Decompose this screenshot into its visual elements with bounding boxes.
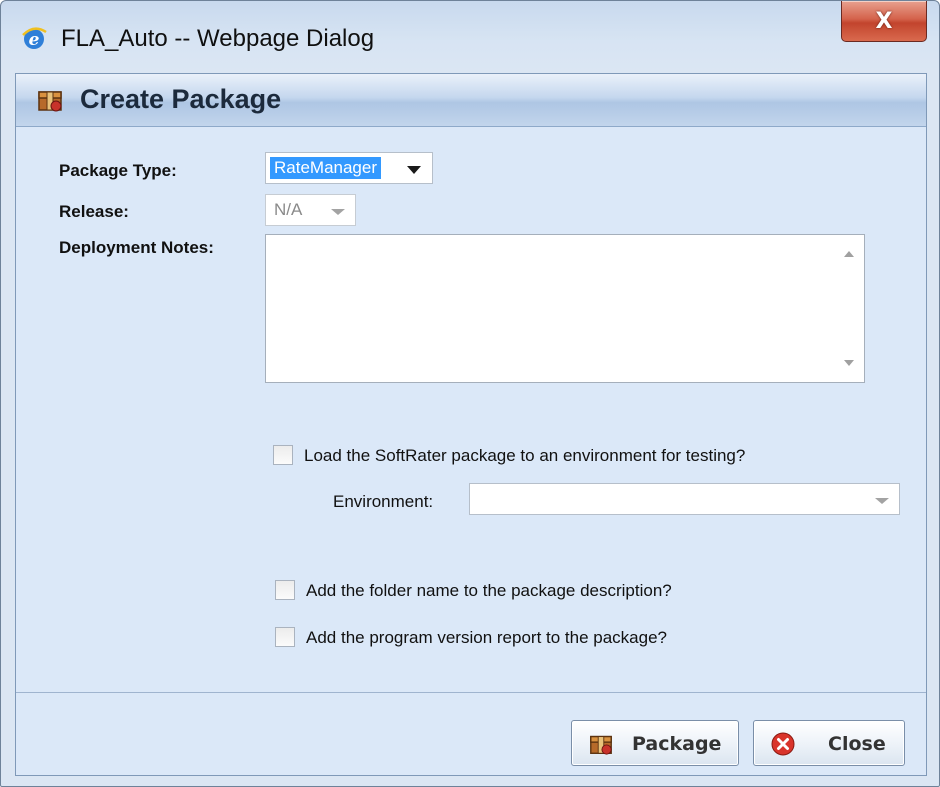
close-button[interactable]: Close: [753, 720, 905, 766]
load-softrater-checkbox[interactable]: [273, 445, 293, 465]
dialog-content: Create Package Package Type: RateManager…: [15, 73, 927, 776]
environment-label: Environment:: [333, 492, 434, 511]
add-folder-name-checkbox[interactable]: [275, 580, 295, 600]
package-button-label: Package: [632, 733, 722, 755]
environment-select[interactable]: [469, 483, 900, 515]
ie-icon: e: [22, 27, 47, 50]
add-version-report-label: Add the program version report to the pa…: [306, 628, 667, 647]
add-version-report-checkbox[interactable]: [275, 627, 295, 647]
package-type-value: RateManager: [270, 157, 382, 179]
release-label: Release:: [59, 202, 129, 221]
chevron-down-icon: [875, 498, 889, 504]
dialog-title: Create Package: [80, 84, 282, 114]
release-select[interactable]: N/A: [265, 194, 356, 226]
load-softrater-label: Load the SoftRater package to an environ…: [304, 446, 746, 465]
package-button[interactable]: Package: [571, 720, 739, 766]
scroll-up-icon[interactable]: [844, 251, 854, 257]
chevron-down-icon: [407, 166, 421, 174]
package-icon: [38, 91, 62, 112]
window-close-button[interactable]: X: [841, 1, 927, 42]
title-bar[interactable]: e FLA_Auto -- Webpage Dialog X: [1, 1, 939, 73]
package-type-select[interactable]: RateManager: [265, 152, 433, 184]
release-value: N/A: [274, 200, 303, 219]
package-type-label: Package Type:: [59, 161, 177, 180]
footer-divider: [16, 692, 926, 693]
chevron-down-icon: [331, 209, 345, 215]
package-icon: [590, 735, 612, 755]
window-title: FLA_Auto -- Webpage Dialog: [61, 25, 375, 52]
scroll-down-icon[interactable]: [844, 360, 854, 366]
deployment-notes-label: Deployment Notes:: [59, 238, 214, 257]
svg-text:e: e: [29, 30, 40, 50]
close-circle-icon: [771, 732, 795, 756]
close-icon: X: [875, 8, 893, 34]
close-button-label: Close: [828, 733, 886, 755]
add-folder-name-label: Add the folder name to the package descr…: [306, 581, 672, 600]
dialog-window: e FLA_Auto -- Webpage Dialog X Create Pa…: [0, 0, 940, 787]
deployment-notes-textarea[interactable]: [265, 234, 865, 383]
dialog-header: Create Package: [16, 74, 926, 127]
